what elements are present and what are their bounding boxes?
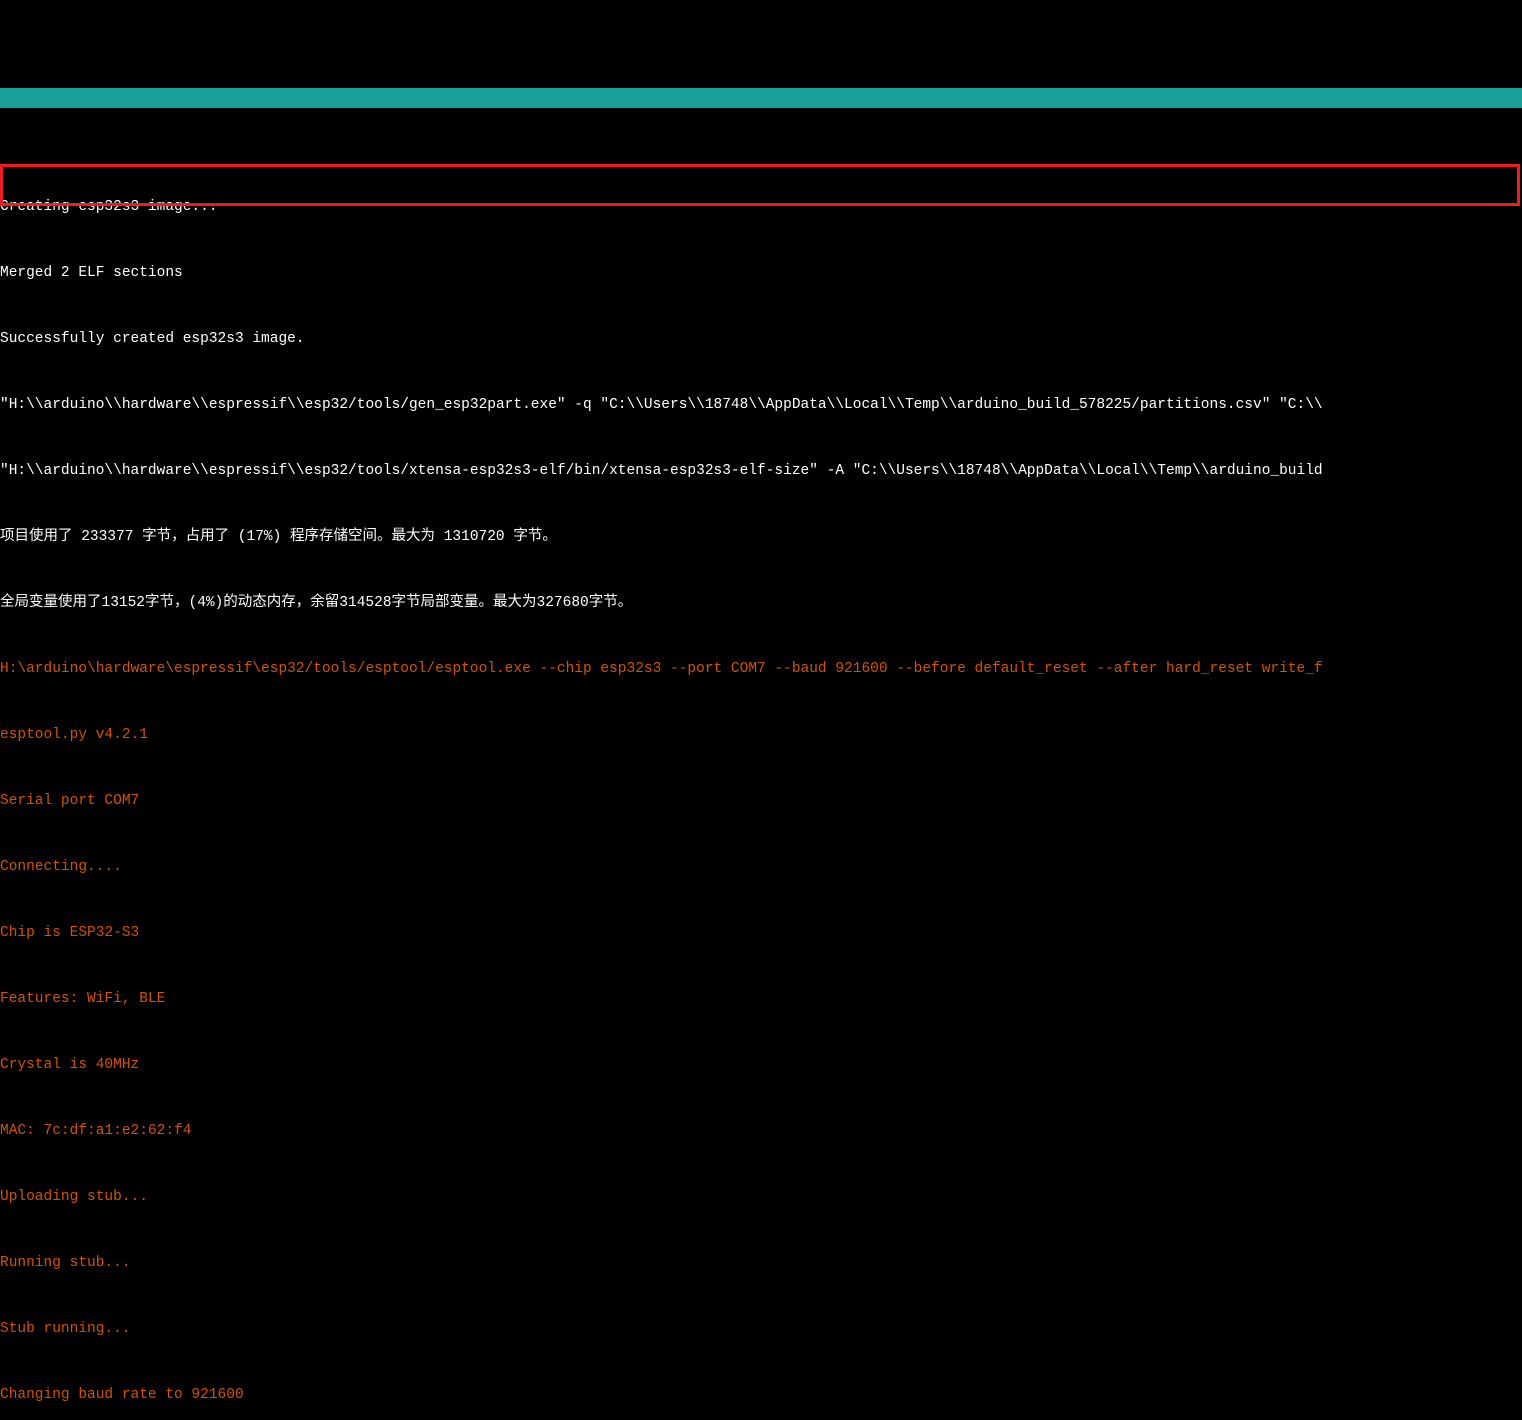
status-bar: 上传成功。 xyxy=(0,88,1522,108)
console-line: Stub running... xyxy=(0,1318,1522,1340)
console-line: Merged 2 ELF sections xyxy=(0,262,1522,284)
console-line: esptool.py v4.2.1 xyxy=(0,724,1522,746)
console-line: Creating esp32s3 image... xyxy=(0,196,1522,218)
console-line: 项目使用了 233377 字节，占用了 (17%) 程序存储空间。最大为 131… xyxy=(0,526,1522,548)
status-text: 上传成功。 xyxy=(13,111,73,125)
console-line: Crystal is 40MHz xyxy=(0,1054,1522,1076)
console-line: Running stub... xyxy=(0,1252,1522,1274)
console-line: Uploading stub... xyxy=(0,1186,1522,1208)
console-line: Successfully created esp32s3 image. xyxy=(0,328,1522,350)
console-line: Features: WiFi, BLE xyxy=(0,988,1522,1010)
console-line: Changing baud rate to 921600 xyxy=(0,1384,1522,1406)
console-line: Serial port COM7 xyxy=(0,790,1522,812)
console-line: H:\arduino\hardware\espressif\esp32/tool… xyxy=(0,658,1522,680)
console-line: "H:\\arduino\\hardware\\espressif\\esp32… xyxy=(0,394,1522,416)
console-output[interactable]: Creating esp32s3 image... Merged 2 ELF s… xyxy=(0,152,1522,1420)
console-line: MAC: 7c:df:a1:e2:62:f4 xyxy=(0,1120,1522,1142)
console-line: "H:\\arduino\\hardware\\espressif\\esp32… xyxy=(0,460,1522,482)
console-line: Connecting.... xyxy=(0,856,1522,878)
console-line: 全局变量使用了13152字节，(4%)的动态内存，余留314528字节局部变量。… xyxy=(0,592,1522,614)
console-line: Chip is ESP32-S3 xyxy=(0,922,1522,944)
